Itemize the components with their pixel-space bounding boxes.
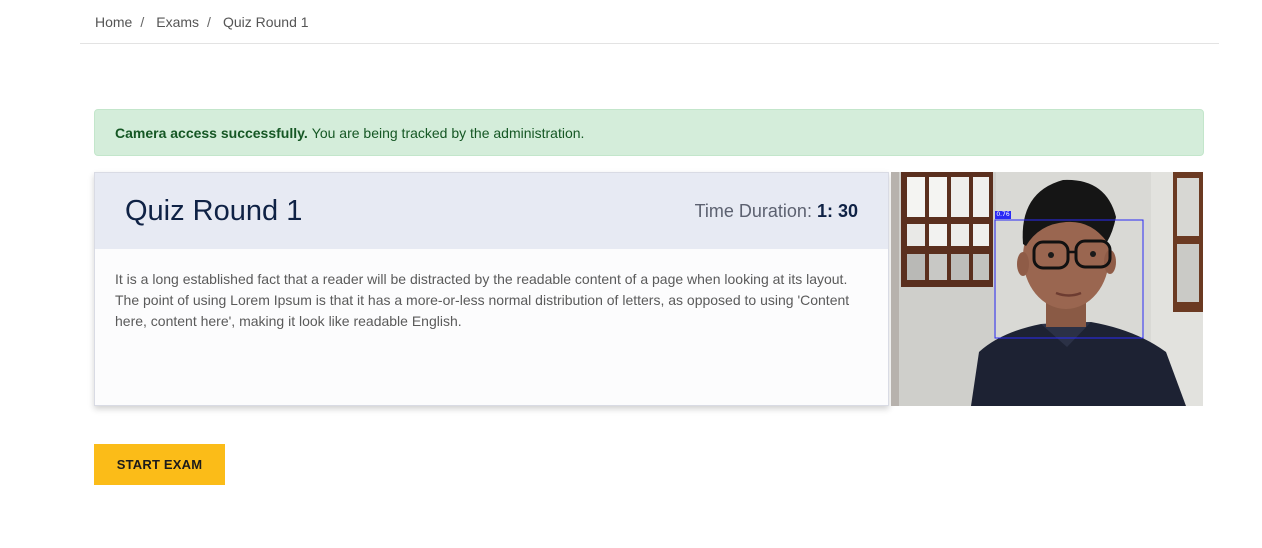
start-exam-button[interactable]: START EXAM: [94, 444, 225, 485]
breadcrumb: Home / Exams / Quiz Round 1: [80, 0, 1219, 44]
page: Home / Exams / Quiz Round 1 Camera acces…: [0, 0, 1262, 548]
time-duration-value: 1: 30: [816, 200, 858, 221]
breadcrumb-exams[interactable]: Exams: [156, 14, 199, 30]
camera-image: [891, 172, 1203, 406]
quiz-card-header: Quiz Round 1 Time Duration: 1: 30: [95, 173, 888, 249]
alert-title: Camera access successfully.: [115, 124, 308, 141]
camera-alert: Camera access successfully. You are bein…: [94, 109, 1204, 156]
alert-message: You are being tracked by the administrat…: [311, 124, 585, 141]
breadcrumb-separator: /: [207, 13, 211, 30]
breadcrumb-separator: /: [140, 13, 145, 30]
breadcrumb-home[interactable]: Home: [95, 14, 132, 30]
face-confidence-label: 0.76: [995, 211, 1011, 219]
camera-feed: 0.76: [891, 172, 1203, 406]
breadcrumb-current: Quiz Round 1: [222, 13, 309, 30]
quiz-title: Quiz Round 1: [125, 194, 303, 227]
quiz-card: Quiz Round 1 Time Duration: 1: 30 It is …: [94, 172, 889, 406]
time-duration: Time Duration: 1: 30: [695, 201, 858, 222]
quiz-description: It is a long established fact that a rea…: [115, 271, 850, 329]
time-duration-label: Time Duration:: [694, 200, 812, 221]
